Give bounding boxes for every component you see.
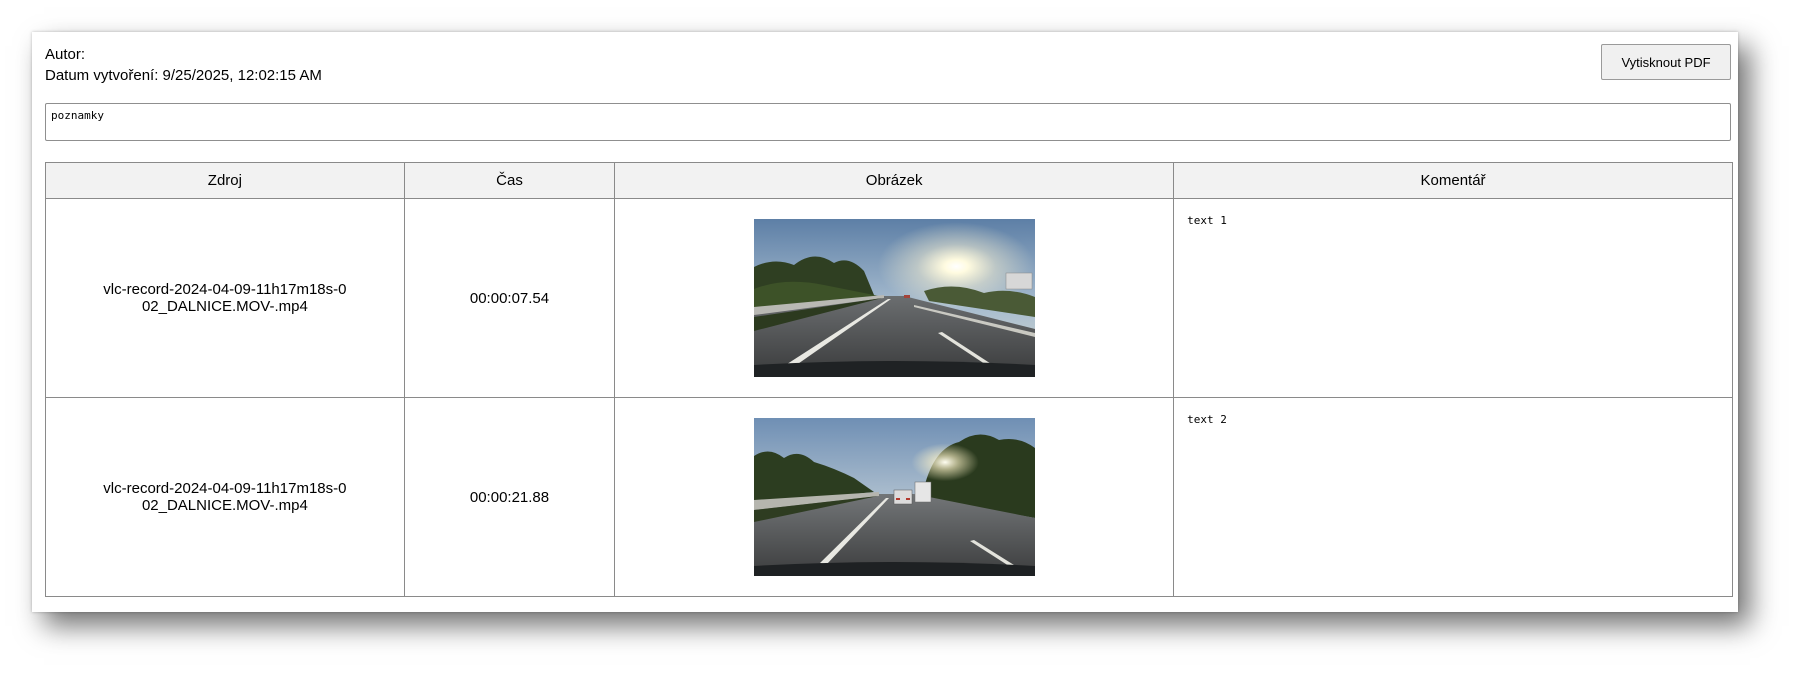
- time-cell: 00:00:21.88: [403, 397, 616, 597]
- print-pdf-button[interactable]: Vytisknout PDF: [1601, 44, 1731, 80]
- comment-cell: text 2: [1173, 397, 1733, 597]
- created-date-label: Datum vytvoření: 9/25/2025, 12:02:15 AM: [45, 67, 322, 84]
- comment-field[interactable]: text 2: [1174, 399, 1732, 595]
- frames-table: Zdroj Čas Obrázek Komentář vlc-record-20…: [45, 162, 1733, 597]
- source-filename: vlc-record-2024-04-09-11h17m18s-002_DALN…: [103, 281, 347, 315]
- source-cell: vlc-record-2024-04-09-11h17m18s-002_DALN…: [45, 198, 405, 398]
- column-header-time: Čas: [403, 162, 616, 199]
- time-cell: 00:00:07.54: [403, 198, 616, 398]
- report-meta: Autor: Datum vytvoření: 9/25/2025, 12:02…: [45, 44, 322, 86]
- image-cell: [614, 198, 1175, 398]
- source-cell: vlc-record-2024-04-09-11h17m18s-002_DALN…: [45, 397, 405, 597]
- frame-thumbnail-traffic: [753, 418, 1035, 576]
- table-header-row: Zdroj Čas Obrázek Komentář: [45, 162, 1733, 199]
- report-page: Autor: Datum vytvoření: 9/25/2025, 12:02…: [32, 32, 1738, 612]
- frame-thumbnail-sun: [753, 219, 1035, 377]
- comment-cell: text 1: [1173, 198, 1733, 398]
- table-row: vlc-record-2024-04-09-11h17m18s-002_DALN…: [45, 397, 1733, 597]
- table-row: vlc-record-2024-04-09-11h17m18s-002_DALN…: [45, 198, 1733, 398]
- image-cell: [614, 397, 1175, 597]
- author-label: Autor:: [45, 46, 86, 63]
- source-filename: vlc-record-2024-04-09-11h17m18s-002_DALN…: [103, 480, 347, 514]
- column-header-source: Zdroj: [45, 162, 405, 199]
- column-header-comment: Komentář: [1173, 162, 1733, 199]
- comment-field[interactable]: text 1: [1174, 200, 1732, 396]
- notes-field[interactable]: poznamky: [45, 103, 1731, 141]
- column-header-image: Obrázek: [614, 162, 1175, 199]
